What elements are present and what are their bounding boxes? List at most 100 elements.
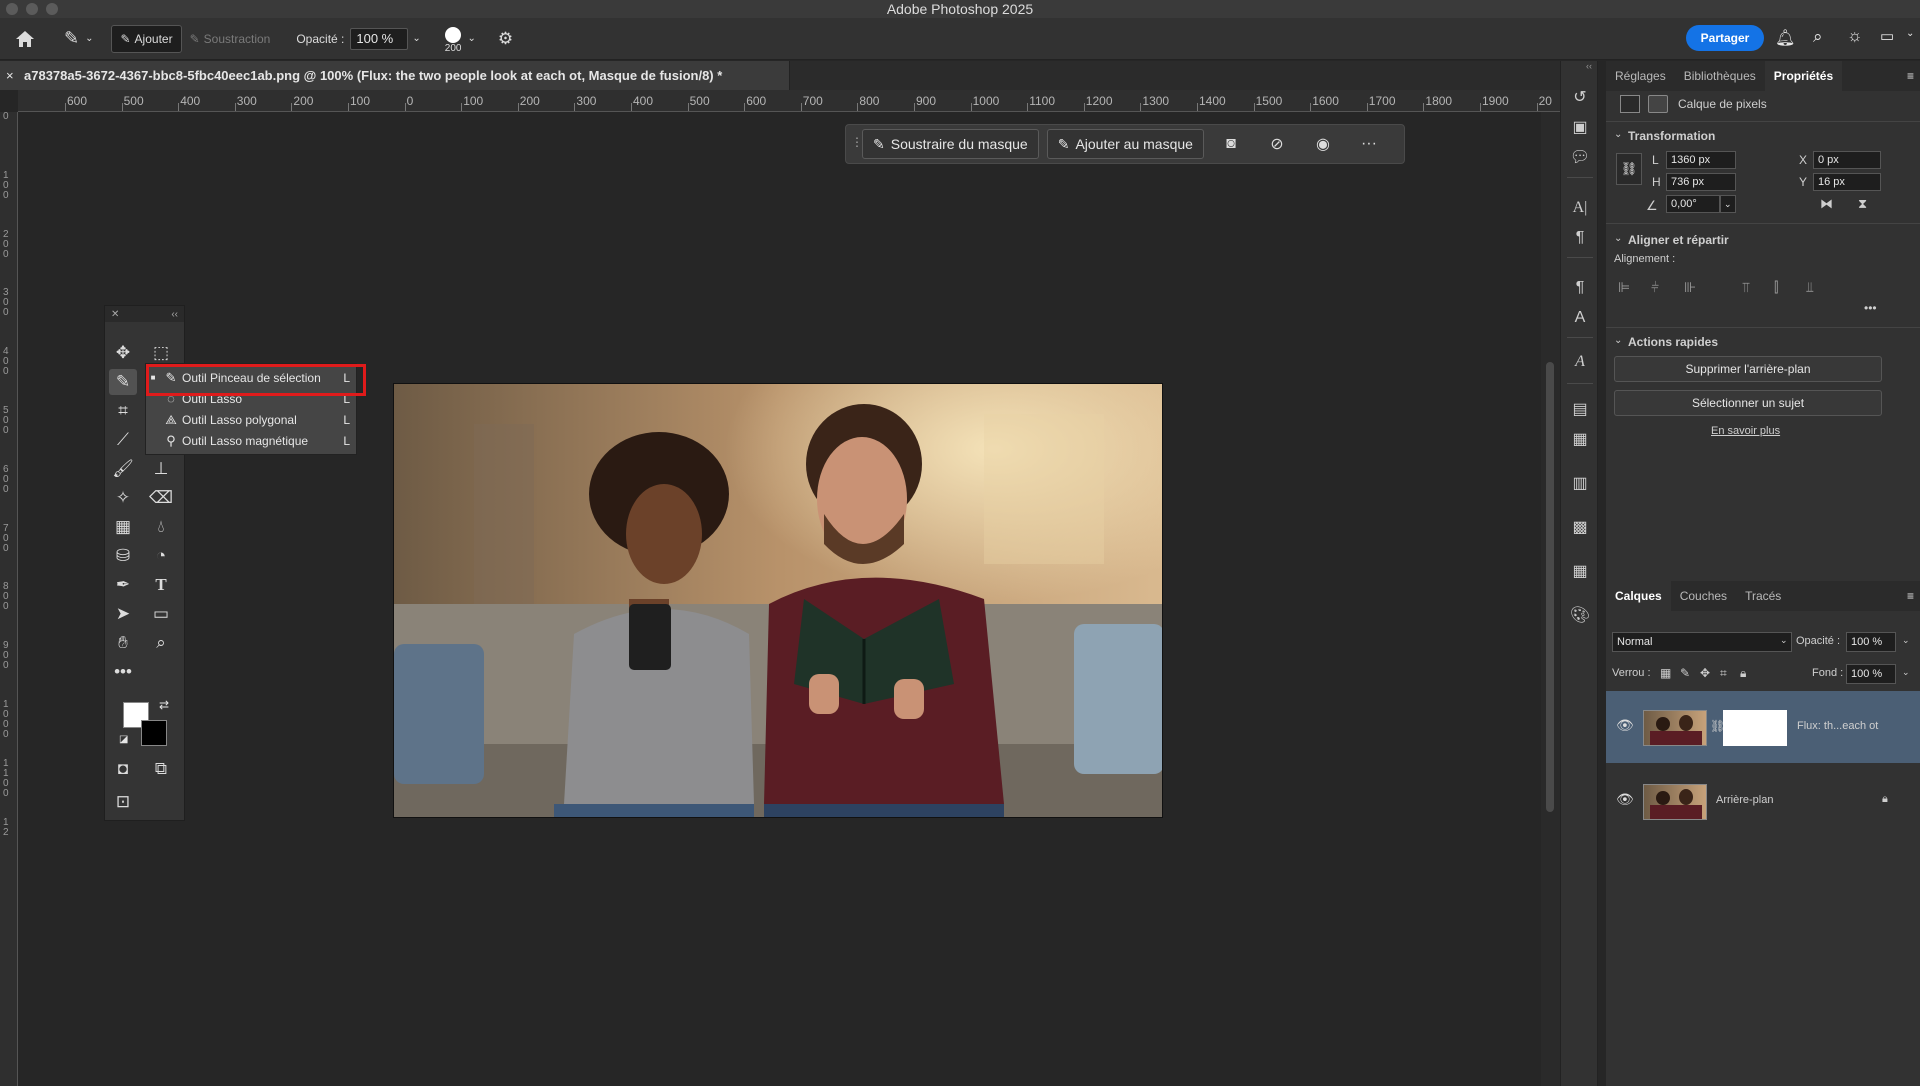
height-input[interactable]: 736 px [1666,173,1736,191]
flip-vertical-icon[interactable]: ⧗ [1858,196,1867,212]
notification-bell-icon[interactable]: 🔔︎ [1775,28,1795,48]
angle-input[interactable]: 0,00° [1666,195,1720,213]
layer-lock-icon[interactable]: 🔒︎ [1882,793,1888,806]
flyout-item-polygonal-lasso[interactable]: ⟁ Outil Lasso polygonal L [146,409,358,430]
window-close-button[interactable] [6,3,18,15]
dodge-tool[interactable]: ◔ [147,543,175,569]
flip-horizontal-icon[interactable]: ⧓ [1820,196,1833,212]
align-middle-v-icon[interactable]: ⫿ [1774,279,1778,296]
align-bottom-icon[interactable]: ⫫ [1806,279,1814,296]
brush-tool[interactable]: 🖌︎ [109,456,137,482]
align-right-icon[interactable]: ⊪ [1684,279,1696,296]
stamp-tool[interactable]: ⊥ [147,456,175,482]
blend-mode-select[interactable]: Normal [1612,632,1792,652]
character-icon[interactable]: A| [1569,197,1591,219]
blend-mode-chevron-icon[interactable]: ⌄ [1780,635,1788,646]
fill-tool[interactable]: ⛁ [109,543,137,569]
remove-background-button[interactable]: Supprimer l'arrière-plan [1614,356,1882,382]
selection-brush-tool[interactable]: ✎ [109,369,137,395]
x-input[interactable]: 0 px [1813,151,1881,169]
layers-menu-icon[interactable]: ≡ [1907,589,1914,603]
brush-size-dropdown-icon[interactable]: ⌄ [467,33,475,44]
close-panel-icon[interactable]: ✕ [111,309,119,320]
visibility-eye-icon[interactable]: 👁︎ [1616,791,1634,808]
view-mask-button[interactable]: ◉ [1304,129,1342,159]
add-to-mask-button[interactable]: ✎ Ajouter au masque [1046,129,1204,159]
workspace-chevron-icon[interactable]: ⌄ [1906,28,1914,39]
eraser-tool[interactable]: ⌫ [147,485,175,511]
character-styles-icon[interactable]: A [1569,307,1591,329]
section-chevron-icon[interactable]: ⌄ [1614,233,1622,244]
taskbar-grip-icon[interactable]: ⋮ [851,135,863,149]
move-tool[interactable]: ✥ [109,340,137,366]
workspace-icon[interactable]: ▭ [1880,27,1894,45]
more-options-button[interactable]: ··· [1350,129,1388,159]
scrollbar-thumb[interactable] [1546,362,1554,812]
section-chevron-icon[interactable]: ⌄ [1614,335,1622,346]
type-tool[interactable]: T [147,572,175,598]
flyout-item-magnetic-lasso[interactable]: ⚲ Outil Lasso magnétique L [146,430,358,451]
panel-menu-icon[interactable]: ≡ [1907,69,1914,83]
tab-layers[interactable]: Calques [1606,581,1671,611]
background-color-swatch[interactable] [141,720,167,746]
tab-channels[interactable]: Couches [1671,581,1736,611]
width-input[interactable]: 1360 px [1666,151,1736,169]
lock-pixels-icon[interactable]: ✎ [1680,666,1690,680]
brush-size-picker[interactable]: 200 [445,27,461,54]
layer-opacity-input[interactable]: 100 % [1846,632,1896,652]
libraries-icon[interactable]: ▤ [1569,399,1591,421]
pen-tool[interactable]: ✒ [109,572,137,598]
more-align-icon[interactable]: ••• [1864,301,1877,315]
lock-all-icon[interactable]: 🔒︎ [1740,666,1746,681]
angle-dropdown-icon[interactable]: ⌄ [1720,195,1736,213]
home-button[interactable] [14,29,36,49]
document-tab[interactable]: × a78378a5-3672-4367-bbc8-5fbc40eec1ab.p… [0,61,790,90]
lock-position-icon[interactable]: ✥ [1700,666,1710,680]
settings-gear-icon[interactable]: ⚙ [498,29,513,49]
align-top-icon[interactable]: ⫪ [1742,279,1750,296]
rectangle-tool[interactable]: ▭ [147,601,175,627]
collapse-icon[interactable]: ‹‹ [1586,61,1592,71]
path-selection-tool[interactable]: ➤ [109,601,137,627]
share-button[interactable]: Partager [1686,25,1764,51]
screen-mode-button[interactable]: ⧉ [147,756,175,782]
close-tab-icon[interactable]: × [6,61,14,90]
link-dimensions-icon[interactable]: ⛓︎ [1616,153,1642,185]
blur-tool[interactable]: 💧︎ [147,514,175,540]
search-icon[interactable]: ⌕ [1813,27,1823,47]
color-palette-icon[interactable]: 🎨︎ [1569,605,1591,627]
paragraph-icon[interactable]: ¶ [1569,227,1591,249]
y-input[interactable]: 16 px [1813,173,1881,191]
crop-tool[interactable]: ⌗ [109,398,137,424]
lock-artboard-icon[interactable]: ⌗ [1720,666,1727,681]
generative-tool[interactable]: ⊡ [109,789,137,815]
layer-mask-thumbnail[interactable] [1723,710,1787,746]
discover-lightbulb-icon[interactable]: ☼ [1847,26,1863,46]
window-zoom-button[interactable] [46,3,58,15]
tab-properties[interactable]: Propriétés [1764,61,1843,91]
paragraph-styles-icon[interactable]: ¶ [1569,277,1591,299]
swap-colors-icon[interactable]: ⇄ [159,698,169,712]
quick-mask-button[interactable]: ◘ [109,756,137,782]
swatches-icon[interactable]: ▦ [1569,561,1591,583]
tool-preset-picker[interactable]: ✎ ⌄ [64,28,93,49]
tab-adjustments[interactable]: Réglages [1606,61,1675,91]
subtract-mode-button[interactable]: ✎ Soustraction [182,25,279,53]
glyphs-icon[interactable]: A [1569,351,1591,373]
align-center-h-icon[interactable]: ⫩ [1651,279,1659,296]
patterns-icon[interactable]: ▩ [1569,517,1591,539]
tab-paths[interactable]: Tracés [1736,581,1790,611]
opacity-input[interactable]: 100 % [350,27,409,50]
layer-row-background[interactable]: 👁︎ Arrière-plan 🔒︎ [1606,765,1920,837]
add-mode-button[interactable]: ✎ Ajouter [111,24,182,53]
opacity-dropdown-icon[interactable]: ⌄ [412,33,420,44]
layer-opacity-chevron-icon[interactable]: ⌄ [1902,635,1910,646]
comments-icon[interactable]: 💬︎ [1569,147,1591,169]
history-icon[interactable]: ↺ [1569,87,1591,109]
select-subject-button[interactable]: Sélectionner un sujet [1614,390,1882,416]
tab-libraries[interactable]: Bibliothèques [1675,61,1765,91]
collapse-panel-icon[interactable]: ‹‹ [171,309,178,320]
layer-row-flux[interactable]: 👁︎ ⛓︎ Flux: th...each ot [1606,691,1920,763]
more-tools-button[interactable]: ••• [109,659,137,685]
mask-layer-icon[interactable] [1648,95,1668,113]
